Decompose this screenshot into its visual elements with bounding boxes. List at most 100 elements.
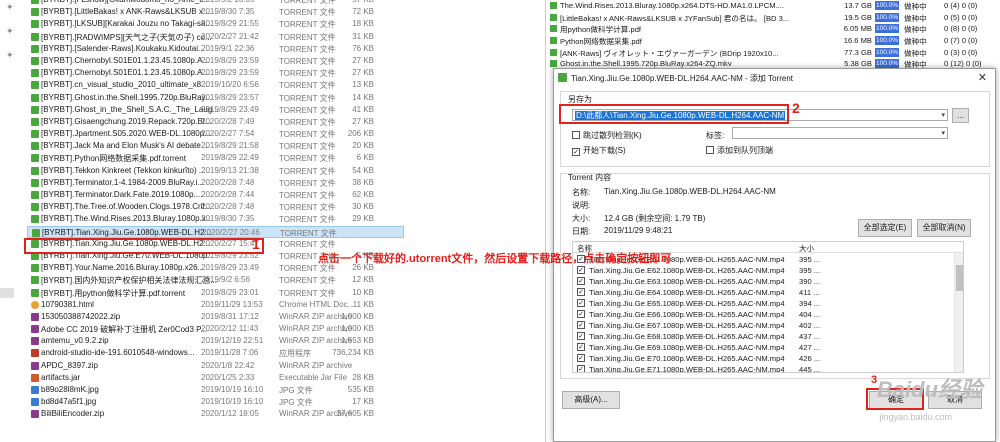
torrent-row[interactable]: 用python做科学计算.pdf 6.05 MB 100.0% 做种中 0 (8) 0 … [548,23,1000,35]
file-row[interactable]: [BYRBT].cn_visual_studio_2010_ultimate_x… [27,79,404,91]
dialog-title-bar[interactable]: Tian.Xing.Jiu.Ge.1080p.WEB-DL.H264.AAC-N… [554,69,995,87]
date-value: 2019/11/29 9:48:21 [604,226,673,235]
file-checkbox[interactable]: ✓ [577,354,585,362]
start-download-checkbox[interactable]: ✓ [572,148,580,156]
file-row[interactable]: b89o28l8mK.jpg 2019/10/19 16:10 JPG 文件 535 … [27,384,404,396]
torrent-row[interactable]: The.Wind.Rises.2013.Bluray.1080p.x264.DT… [548,0,1000,12]
file-checkbox[interactable]: ✓ [577,288,585,296]
file-row[interactable]: BiliBiliEncoder.zip 2020/1/12 18:05 WinRAR… [27,408,404,420]
torrent-file-icon [31,154,39,163]
file-row[interactable]: bd8d47a5f1.jpg 2019/10/19 16:10 JPG 文件 17 K… [27,396,404,408]
file-row[interactable]: [BYRBT].Terminator.1-4.1984-2009.BluRay.… [27,177,404,189]
file-row[interactable]: 153050388742022.zip 2019/8/31 17:12 WinRAR… [27,311,404,323]
col-size-header[interactable]: 大小 [799,243,814,254]
file-checkbox[interactable]: ✓ [577,332,585,340]
torrent-row[interactable]: Python网络数据采集.pdf 16.6 MB 100.0% 做种中 0 (7) 0 … [548,35,1000,47]
torrent-file-icon [31,215,39,224]
file-row[interactable]: amtemu_v0.9.2.zip 2019/12/19 22:51 WinRAR … [27,335,404,347]
content-file-name: Tian.Xing.Jiu.Ge.E62.1080p.WEB-DL.H265.A… [589,266,785,275]
file-checkbox[interactable]: ✓ [577,321,585,329]
skip-hash-checkbox[interactable] [572,131,580,139]
file-table-row[interactable]: ✓ Tian.Xing.Jiu.Ge.E63.1080p.WEB-DL.H265.… [573,276,953,287]
file-row[interactable]: [BYRBT].The.Tree.of.Wooden.Clogs.1978.Cr… [27,201,404,213]
torrent-file-icon [31,69,39,78]
file-row[interactable]: [BYRBT].[Salender-Raws].Koukaku.Kidoutai… [27,43,404,55]
add-top-queue-option[interactable]: 添加到队列顶端 [706,145,773,156]
file-row[interactable]: [BYRBT].国内外知识产权保护相关法律法规汇总... 2019/9/2 6:5… [27,274,404,286]
file-size: 20 KB [352,141,374,151]
file-table-row[interactable]: ✓ Tian.Xing.Jiu.Ge.E62.1080p.WEB-DL.H265.… [573,265,953,276]
file-date: 2019/11/28 7:06 [201,348,259,358]
file-row[interactable]: [BYRBT].Tekkon Kinkreet (Tekkon kinkurît… [27,165,404,177]
file-table-row[interactable]: ✓ Tian.Xing.Jiu.Ge.E68.1080p.WEB-DL.H265.… [573,331,953,342]
file-row[interactable]: [BYRBT].Jpartment.S05.2020.WEB-DL.1080p.… [27,128,404,140]
file-checkbox[interactable]: ✓ [577,266,585,274]
file-row[interactable]: [BYRBT].用python做科学计算.pdf.torrent 2019/8/2… [27,287,404,299]
file-date: 2019/8/29 22:49 [201,153,259,163]
file-table-row[interactable]: ✓ Tian.Xing.Jiu.Ge.E66.1080p.WEB-DL.H265.… [573,309,953,320]
file-table-row[interactable]: ✓ Tian.Xing.Jiu.Ge.E67.1080p.WEB-DL.H265.… [573,320,953,331]
file-date: 2019/10/20 6:56 [201,80,259,90]
file-row[interactable]: [BYRBT].Terminator.Dark.Fate.2019.1080p.… [27,189,404,201]
file-size: 27 KB [352,68,374,78]
file-table-row[interactable]: ✓ Tian.Xing.Jiu.Ge.E65.1080p.WEB-DL.H265.… [573,298,953,309]
label-dropdown[interactable]: ▾ [732,127,948,139]
skip-hash-option[interactable]: 跳过散列检测(K) [572,130,642,141]
file-row[interactable]: 10790381.html 2019/11/29 13:53 Chrome HTML… [27,299,404,311]
file-table-scrollbar[interactable] [954,253,963,372]
file-table-row[interactable]: ✓ Tian.Xing.Jiu.Ge.E64.1080p.WEB-DL.H265.… [573,287,953,298]
pin-icon[interactable]: ✦ [6,2,14,13]
file-row[interactable]: artifacts.jar 2020/1/25 2:33 Executable Ja… [27,372,404,384]
file-row[interactable]: [BYRBT].[LKSUB][Karakai Jouzu no Takagi-… [27,18,404,30]
content-file-name: Tian.Xing.Jiu.Ge.E67.1080p.WEB-DL.H265.A… [589,321,785,330]
file-date: 2020/2/28 7:49 [201,116,255,126]
scrollbar-thumb[interactable] [956,265,963,291]
pin-icon[interactable]: ✦ [6,50,14,61]
deselect-all-button[interactable]: 全部取消(N) [917,219,971,237]
file-date: 2020/2/28 7:44 [201,190,255,199]
file-date: 2020/2/12 11:43 [201,324,259,334]
file-date: 2019/8/30 7:35 [201,7,255,17]
browse-button[interactable]: ... [952,108,969,123]
nav-pane-item[interactable] [0,288,14,298]
file-size: 41 KB [352,104,374,114]
file-row[interactable]: [BYRBT].Ghost.in.the.Shell.1995.720p.Blu… [27,92,404,104]
file-row[interactable]: [BYRBT].The.Wind.Rises.2013.Bluray.1080p… [27,213,404,225]
file-row[interactable]: [BYRBT].[RADWIMPS][天气之子(天気の子) co... 2020/… [27,31,404,43]
file-row[interactable]: [BYRBT].Chernobyl.S01E01.1.23.45.1080p.A… [27,55,404,67]
file-row[interactable]: [BYRBT].Gisaengchung.2019.Repack.720p.Bl… [27,116,404,128]
chevron-down-icon[interactable]: ▾ [941,110,945,120]
file-checkbox[interactable]: ✓ [577,365,585,372]
file-checkbox[interactable]: ✓ [577,299,585,307]
file-table-row[interactable]: ✓ Tian.Xing.Jiu.Ge.E70.1080p.WEB-DL.H265.… [573,353,953,364]
torrent-row[interactable]: [LittleBakas! x ANK-Raws&LKSUB x JYFanSu… [548,12,1000,24]
file-row[interactable]: APDC_8397.zip 2020/1/8 22:42 WinRAR ZIP ar… [27,360,404,372]
advanced-button[interactable]: 高级(A)... [562,391,620,409]
torrent-progress: 100.0% [875,24,899,34]
torrent-row[interactable]: [ANK-Raws] ヴィオレット・エヴァーガーデン (BDrip 1920x1… [548,47,1000,59]
file-checkbox[interactable]: ✓ [577,343,585,351]
start-download-option[interactable]: ✓ 开始下载(S) [572,145,626,156]
file-row[interactable]: android-studio-ide-191.6010548-windows..… [27,347,404,359]
file-name: [BYRBT].[FLsnow][Okamikodomo_no_Ame_t... [41,0,219,4]
file-checkbox[interactable]: ✓ [577,310,585,318]
close-icon[interactable]: ✕ [978,71,987,84]
img-file-icon [31,398,39,407]
file-size: 29 KB [352,214,374,224]
file-row[interactable]: [BYRBT].Ghost_in_the_Shell_S.A.C._The_La… [27,104,404,116]
file-name: [BYRBT].Terminator.Dark.Fate.2019.1080p.… [41,190,203,199]
file-name: bd8d47a5f1.jpg [41,397,97,407]
pin-icon[interactable]: ✦ [6,26,14,37]
content-file-size: 404 ... [799,310,821,319]
select-all-button[interactable]: 全部选定(E) [858,219,912,237]
file-row[interactable]: [BYRBT].Python网络数据采集.pdf.torrent 2019/8/2… [27,152,404,164]
file-row[interactable]: [BYRBT].[LittleBakas! x ANK-Raws&LKSUB x… [27,6,404,18]
file-table-row[interactable]: ✓ Tian.Xing.Jiu.Ge.E69.1080p.WEB-DL.H265.… [573,342,953,353]
add-top-queue-checkbox[interactable] [706,146,714,154]
file-row[interactable]: [BYRBT].Chernobyl.S01E01.1.23.45.1080p.A… [27,67,404,79]
file-checkbox[interactable]: ✓ [577,277,585,285]
file-row[interactable]: Adobe CC 2019 破解补丁注册机 Zer0Cod3 P... 2020/… [27,323,404,335]
file-row[interactable]: [BYRBT].Jack Ma and Elon Musk's AI debat… [27,140,404,152]
chevron-down-icon[interactable]: ▾ [941,128,945,138]
file-row[interactable]: [BYRBT].Tian.Xing.Jiu.Ge.1080p.WEB-DL.H2… [27,225,404,238]
